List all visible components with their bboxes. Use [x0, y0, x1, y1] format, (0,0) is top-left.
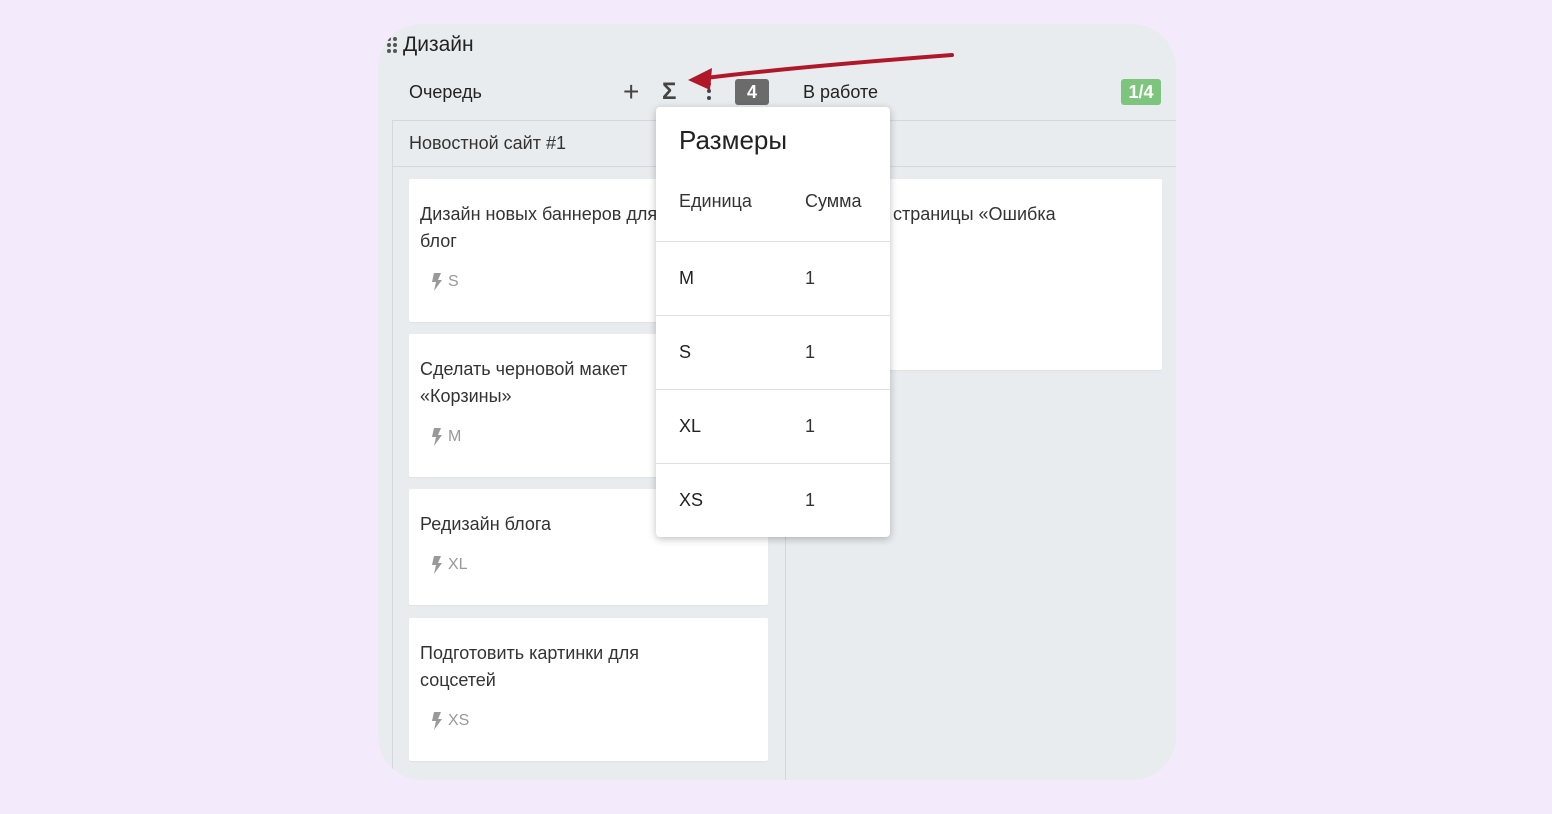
- column-name-work: В работе: [803, 81, 879, 102]
- task-card[interactable]: Подготовить картинки для соцсетей XS: [409, 618, 768, 761]
- kebab-menu-icon[interactable]: [707, 82, 711, 100]
- board-title: Дизайн: [403, 33, 474, 56]
- row-sum: 1: [805, 268, 816, 288]
- table-row: S 1: [656, 316, 890, 390]
- popup-table-header: Единица Сумма: [656, 167, 890, 242]
- table-row: XL 1: [656, 390, 890, 464]
- card-title: Подготовить картинки для соцсетей: [420, 643, 639, 690]
- card-size-label: XL: [448, 556, 468, 573]
- lightning-icon: [432, 556, 442, 574]
- popup-title: Размеры: [679, 125, 788, 155]
- swimlane-title: Новостной сайт #1: [409, 133, 566, 153]
- card-title: Дизайн новых баннеров для блог: [420, 204, 658, 251]
- card-size: M: [431, 428, 461, 446]
- table-row: XS 1: [656, 464, 890, 537]
- card-size: XL: [431, 556, 468, 574]
- sigma-icon[interactable]: Σ: [662, 78, 676, 106]
- wip-limit-badge: 1/4: [1121, 79, 1161, 105]
- lightning-icon: [432, 712, 442, 730]
- row-unit: S: [679, 342, 692, 362]
- column-name-queue: Очередь: [409, 81, 482, 102]
- board-header: Дизайн: [387, 32, 474, 58]
- row-sum: 1: [805, 342, 816, 362]
- column-header-work: В работе 1/4: [803, 78, 1163, 106]
- column-header-sum: Сумма: [805, 191, 862, 211]
- card-size: S: [431, 273, 459, 291]
- row-unit: XL: [679, 416, 702, 436]
- row-unit: M: [679, 268, 694, 288]
- row-sum: 1: [805, 416, 816, 436]
- lightning-icon: [432, 273, 442, 291]
- lightning-icon: [432, 428, 442, 446]
- card-size-label: XS: [448, 712, 470, 729]
- plus-icon[interactable]: +: [623, 78, 639, 106]
- column-left-border: [392, 120, 393, 780]
- card-size: XS: [431, 712, 469, 730]
- row-sum: 1: [805, 490, 816, 510]
- card-count-badge: 4: [735, 79, 769, 105]
- row-unit: XS: [679, 490, 704, 510]
- card-title: страницы «Ошибка: [893, 204, 1056, 224]
- table-row: M 1: [656, 242, 890, 316]
- column-header-unit: Единица: [679, 191, 752, 211]
- card-title: Сделать черновой макет «Корзины»: [420, 359, 628, 406]
- card-size-label: M: [448, 428, 462, 445]
- card-size-label: S: [448, 273, 459, 290]
- drag-handle-icon[interactable]: [387, 37, 397, 53]
- column-header-queue: Очередь + Σ 4: [409, 78, 769, 106]
- sizes-summary-popup: Размеры Единица Сумма M 1 S 1 XL 1 XS 1: [656, 107, 890, 537]
